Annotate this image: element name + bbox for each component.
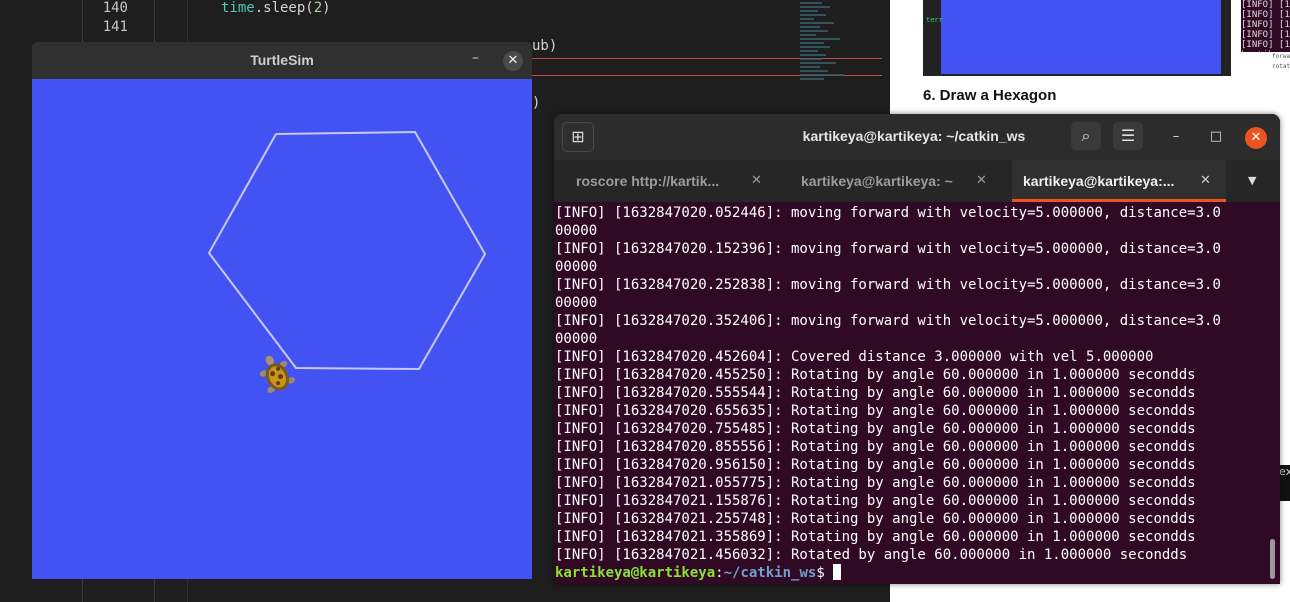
- turtlesim-titlebar[interactable]: TurtleSim – ✕: [32, 42, 532, 79]
- menu-button[interactable]: ☰: [1113, 122, 1143, 150]
- new-tab-button[interactable]: ⊞: [562, 122, 594, 152]
- window-title: TurtleSim: [250, 52, 314, 68]
- prompt-separator: :: [715, 565, 724, 581]
- turtlesim-thumbnail: [941, 0, 1221, 74]
- prompt-symbol: $: [816, 565, 834, 581]
- terminal-line: [INFO] [1632847020.052446]: moving forwa…: [555, 205, 1221, 221]
- terminal-line: 00000: [555, 223, 598, 239]
- tab-close-icon[interactable]: ✕: [1200, 172, 1211, 188]
- terminal-line: [INFO] [1632847020.956150]: Rotating by …: [555, 457, 1196, 473]
- code-token: time: [221, 0, 255, 16]
- terminal-line: 00000: [555, 259, 598, 275]
- minimize-button[interactable]: –: [472, 50, 479, 66]
- code-token: 2: [313, 0, 323, 16]
- close-button[interactable]: ✕: [503, 51, 523, 71]
- doc-side-text: forwa rotat: [1272, 52, 1290, 72]
- line-number: 141: [102, 19, 128, 35]
- code-token: .sleep(: [254, 0, 314, 16]
- thumbnail-text: terr: [926, 16, 943, 24]
- tab-roscore[interactable]: roscore http://kartik... ✕: [554, 160, 778, 202]
- tab-catkin-shell[interactable]: kartikeya@kartikeya:... ✕: [1012, 160, 1226, 202]
- line-number: 140: [102, 0, 128, 16]
- turtlesim-canvas: [32, 79, 532, 579]
- search-button[interactable]: ⌕: [1071, 122, 1101, 150]
- terminal-line: [INFO] [1632847020.855556]: Rotating by …: [555, 439, 1196, 455]
- terminal-line: 00000: [555, 295, 598, 311]
- minimap[interactable]: [800, 0, 860, 110]
- terminal-line: [INFO] [1632847021.355869]: Rotating by …: [555, 529, 1196, 545]
- tab-label: kartikeya@kartikeya: ~: [801, 173, 953, 189]
- section-heading: 6. Draw a Hexagon: [923, 87, 1057, 104]
- terminal-line: [INFO] [1632847021.055775]: Rotating by …: [555, 475, 1196, 491]
- prompt-path: ~/catkin_ws: [723, 565, 817, 581]
- terminal-line: 00000: [555, 331, 598, 347]
- doc-strip: ex: [1279, 465, 1290, 501]
- thumbnail-line: [INFO] [1: [1241, 40, 1290, 50]
- thumbnail-line: [INFO] [1: [1241, 30, 1290, 40]
- thumbnail-line: [INFO] [1: [1241, 20, 1290, 30]
- code-token: ): [322, 0, 331, 16]
- maximize-button[interactable]: □: [1206, 127, 1226, 147]
- tabs-dropdown-icon[interactable]: ▼: [1248, 174, 1256, 187]
- minimize-button[interactable]: –: [1166, 127, 1186, 147]
- side-text-line: forwa: [1272, 53, 1290, 60]
- code-fragment: ): [532, 95, 541, 111]
- terminal-line: [INFO] [1632847021.456032]: Rotated by a…: [555, 547, 1188, 563]
- terminal-line: [INFO] [1632847020.352406]: moving forwa…: [555, 313, 1221, 329]
- tab-home-shell[interactable]: kartikeya@kartikeya: ~ ✕: [778, 160, 1004, 202]
- text-cursor: [833, 564, 842, 580]
- turtle-path-svg: [207, 130, 487, 393]
- terminal-line: [INFO] [1632847020.452604]: Covered dist…: [555, 349, 1154, 365]
- tab-close-icon[interactable]: ✕: [976, 172, 987, 188]
- doc-terminal-thumbnail: [INFO] [1 [INFO] [1 [INFO] [1 [INFO] [1 …: [1241, 0, 1290, 52]
- tab-close-icon[interactable]: ✕: [751, 172, 762, 188]
- thumbnail-line: [INFO] [1: [1241, 0, 1290, 10]
- terminal-line: [INFO] [1632847020.252838]: moving forwa…: [555, 277, 1221, 293]
- thumbnail-line: [INFO] [1: [1241, 10, 1290, 20]
- terminal-headerbar[interactable]: ⊞ kartikeya@kartikeya: ~/catkin_ws ⌕ ☰ –…: [554, 114, 1280, 160]
- terminal-line: [INFO] [1632847021.255748]: Rotating by …: [555, 511, 1196, 527]
- terminal-line: [INFO] [1632847020.455250]: Rotating by …: [555, 367, 1196, 383]
- code-line[interactable]: time.sleep(2): [221, 0, 331, 16]
- turtlesim-window[interactable]: TurtleSim – ✕: [32, 42, 532, 579]
- terminal-window[interactable]: ⊞ kartikeya@kartikeya: ~/catkin_ws ⌕ ☰ –…: [554, 114, 1280, 584]
- tab-label: roscore http://kartik...: [576, 173, 720, 189]
- code-fragment: ub): [532, 38, 558, 54]
- terminal-line: [INFO] [1632847020.755485]: Rotating by …: [555, 421, 1196, 437]
- tab-label: kartikeya@kartikeya:...: [1023, 173, 1175, 189]
- terminal-line: [INFO] [1632847020.655635]: Rotating by …: [555, 403, 1196, 419]
- terminal-line: [INFO] [1632847021.155876]: Rotating by …: [555, 493, 1196, 509]
- prompt-user: kartikeya@kartikeya: [555, 565, 716, 581]
- terminal-line: [INFO] [1632847020.152396]: moving forwa…: [555, 241, 1221, 257]
- window-title: kartikeya@kartikeya: ~/catkin_ws: [802, 128, 1026, 144]
- terminal-scrollbar[interactable]: [1270, 539, 1275, 579]
- close-button[interactable]: ✕: [1245, 127, 1267, 149]
- strip-text: ex: [1279, 465, 1290, 478]
- turtle-icon: [259, 355, 296, 393]
- terminal-output[interactable]: [INFO] [1632847020.052446]: moving forwa…: [554, 202, 1271, 584]
- hexagon-path: [207, 130, 487, 371]
- terminal-line: [INFO] [1632847020.555544]: Rotating by …: [555, 385, 1196, 401]
- side-text-line: rotat: [1272, 63, 1290, 70]
- doc-screenshot-thumbnail: terr: [923, 0, 1231, 76]
- shell-prompt[interactable]: kartikeya@kartikeya:~/catkin_ws$: [555, 564, 1271, 582]
- terminal-tabbar: roscore http://kartik... ✕ kartikeya@kar…: [554, 160, 1280, 202]
